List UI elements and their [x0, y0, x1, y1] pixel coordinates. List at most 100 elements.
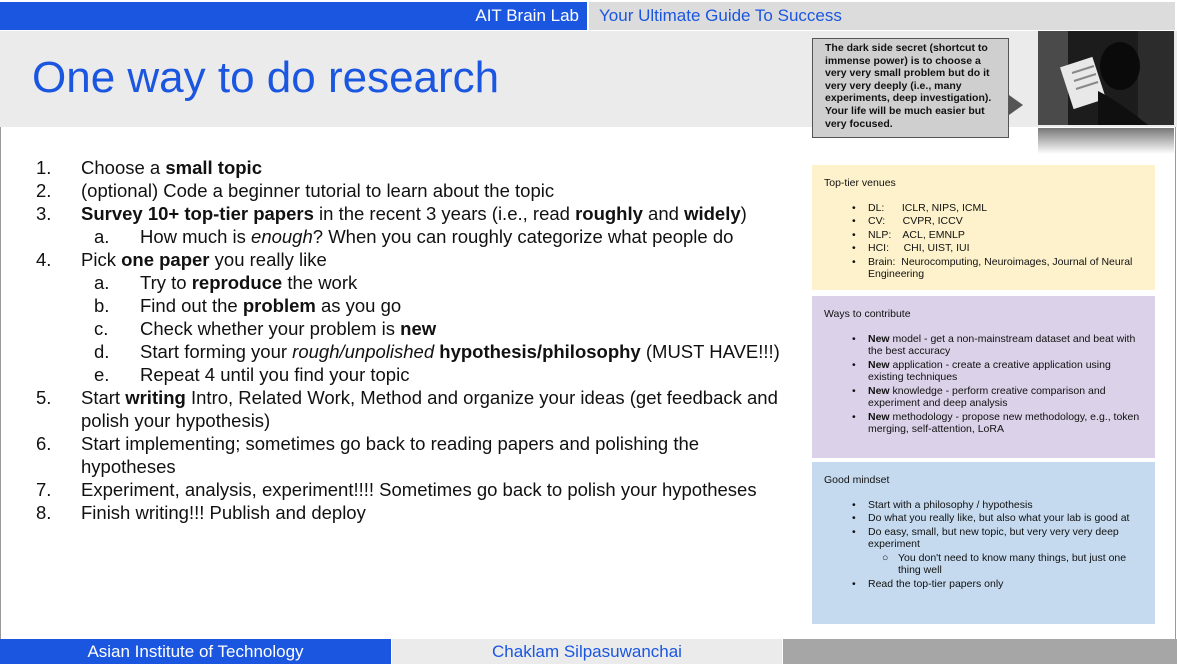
venue-item: • Brain: Neurocomputing, Neuroimages, Jou…: [824, 256, 1143, 281]
step-number: 2.: [36, 180, 52, 201]
bullet-icon: •: [852, 577, 856, 590]
bold-text: roughly: [575, 203, 643, 224]
step-number: 7.: [36, 479, 52, 500]
venue-text: NLP: ACL, EMNLP: [868, 228, 965, 241]
top-bar: AIT Brain Lab Your Ultimate Guide To Suc…: [0, 0, 1177, 31]
tagline: Your Ultimate Guide To Success: [589, 2, 1175, 30]
mindset-text: Do easy, small, but new topic, but very …: [868, 525, 1119, 551]
mindset-text: Do what you really like, but also what y…: [868, 512, 1130, 524]
step-item: 1. Choose a small topic: [36, 156, 786, 179]
slide-title: One way to do research: [32, 53, 500, 102]
bullet-icon: •: [852, 410, 856, 423]
footer-bar: Asian Institute of Technology Chaklam Si…: [0, 638, 1177, 664]
mindset-item: • Read the top-tier papers only: [824, 578, 1143, 591]
mindset-item: • Start with a philosophy / hypothesis: [824, 499, 1143, 512]
mindset-item: • Do easy, small, but new topic, but very…: [824, 526, 1143, 551]
bullet-icon: •: [852, 242, 856, 254]
mindset-list: • Start with a philosophy / hypothesis • Do…: [824, 499, 1143, 591]
bullet-icon: •: [852, 228, 856, 241]
bold-text: new: [400, 318, 437, 339]
step-item: 6. Start implementing; sometimes go back …: [36, 432, 786, 478]
lab-name: AIT Brain Lab: [0, 2, 587, 30]
callout-tail: [1009, 95, 1023, 115]
text-run: as you go: [315, 295, 402, 316]
venue-text: DL: ICLR, NIPS, ICML: [868, 201, 988, 214]
mindset-panel: Good mindset • Start with a philosophy / …: [812, 462, 1155, 624]
text-run: Try to: [140, 272, 192, 293]
step-item: 8. Finish writing!!! Publish and deploy: [36, 501, 786, 524]
bullet-icon: •: [852, 384, 856, 397]
contribute-panel: Ways to contribute • New model - get a no…: [812, 296, 1155, 458]
mindset-text: You don't need to know many things, but …: [898, 551, 1127, 577]
venues-panel: Top-tier venues • DL: ICLR, NIPS, ICML • CV…: [812, 165, 1155, 290]
substep-letter: a.: [94, 226, 110, 247]
contribute-keyword: New: [868, 410, 890, 423]
contribute-item: • New knowledge - perform creative compar…: [824, 385, 1143, 410]
bold-text: problem: [242, 295, 316, 316]
contribute-keyword: New: [868, 358, 890, 371]
contribute-list: • New model - get a non-mainstream datase…: [824, 333, 1143, 436]
contribute-text: knowledge - perform creative comparison …: [868, 384, 1106, 410]
research-steps-list: 1. Choose a small topic 2. (optional) Code …: [36, 156, 786, 524]
text-run: Experiment, analysis, experiment!!!! Som…: [81, 479, 757, 500]
step-item: 3. Survey 10+ top-tier papers in the rece…: [36, 202, 786, 225]
text-run: and: [642, 203, 685, 224]
contribute-item: • New methodology - propose new methodolo…: [824, 411, 1143, 436]
bold-text: hypothesis/philosophy: [439, 341, 641, 362]
contribute-text: methodology - propose new methodology, e…: [868, 410, 1140, 436]
text-run: Repeat 4 until you find your topic: [140, 364, 410, 385]
bullet-icon: •: [852, 525, 856, 538]
text-run: (MUST HAVE!!!): [640, 341, 780, 362]
venues-title: Top-tier venues: [824, 177, 896, 189]
substep-item: d. Start forming your rough/unpolished hy…: [36, 340, 786, 363]
substep-item: c. Check whether your problem is new: [36, 317, 786, 340]
text-run: Finish writing!!! Publish and deploy: [81, 502, 366, 523]
text-run: ): [740, 203, 747, 224]
step-number: 3.: [36, 203, 52, 224]
step-number: 4.: [36, 249, 52, 270]
substep-item: b. Find out the problem as you go: [36, 294, 786, 317]
substep-letter: b.: [94, 295, 110, 316]
reading-figure-photo: [1038, 31, 1174, 125]
venue-text: CV: CVPR, ICCV: [868, 215, 963, 227]
bold-text: small topic: [165, 157, 262, 178]
bullet-icon: •: [852, 498, 856, 511]
bullet-icon: •: [852, 358, 856, 371]
venue-item: • CV: CVPR, ICCV: [824, 215, 1143, 228]
text-run: ? When you can roughly categorize what p…: [312, 226, 734, 247]
text-run: Find out the: [140, 295, 243, 316]
bullet-icon: •: [852, 201, 856, 214]
bold-text: one paper: [121, 249, 210, 270]
left-border: [0, 127, 1, 639]
footer-author: Chaklam Silpasuwanchai: [392, 639, 782, 664]
text-run: you really like: [209, 249, 327, 270]
substep-letter: d.: [94, 341, 110, 362]
substep-item: e. Repeat 4 until you find your topic: [36, 363, 786, 386]
step-item: 7. Experiment, analysis, experiment!!!! S…: [36, 478, 786, 501]
mindset-text: Start with a philosophy / hypothesis: [868, 498, 1033, 511]
bold-text: reproduce: [191, 272, 283, 293]
substep-letter: c.: [94, 318, 109, 339]
step-number: 6.: [36, 433, 52, 454]
substep-letter: a.: [94, 272, 110, 293]
bullet-icon: •: [852, 332, 856, 345]
contribute-keyword: New: [868, 332, 890, 345]
text-run: Start: [81, 387, 126, 408]
bullet-icon: •: [852, 255, 856, 268]
substep-letter: e.: [94, 364, 110, 385]
venues-list: • DL: ICLR, NIPS, ICML • CV: CVPR, ICCV • NLP…: [824, 202, 1143, 281]
substep-item: a. Try to reproduce the work: [36, 271, 786, 294]
italic-text: rough/unpolished: [292, 341, 435, 362]
bold-text: Survey 10+ top-tier papers: [81, 203, 314, 224]
right-border: [1175, 127, 1176, 639]
text-run: Check whether your problem is: [140, 318, 401, 339]
step-item: 5. Start writing Intro, Related Work, Met…: [36, 386, 786, 432]
venue-item: • NLP: ACL, EMNLP: [824, 229, 1143, 242]
text-run: Choose a: [81, 157, 166, 178]
venue-text: Brain: Neurocomputing, Neuroimages, Jour…: [868, 255, 1136, 281]
step-number: 8.: [36, 502, 52, 523]
contribute-title: Ways to contribute: [824, 308, 911, 320]
bullet-icon: •: [852, 512, 856, 524]
footer-fill: [783, 639, 1177, 664]
text-run: Pick: [81, 249, 122, 270]
